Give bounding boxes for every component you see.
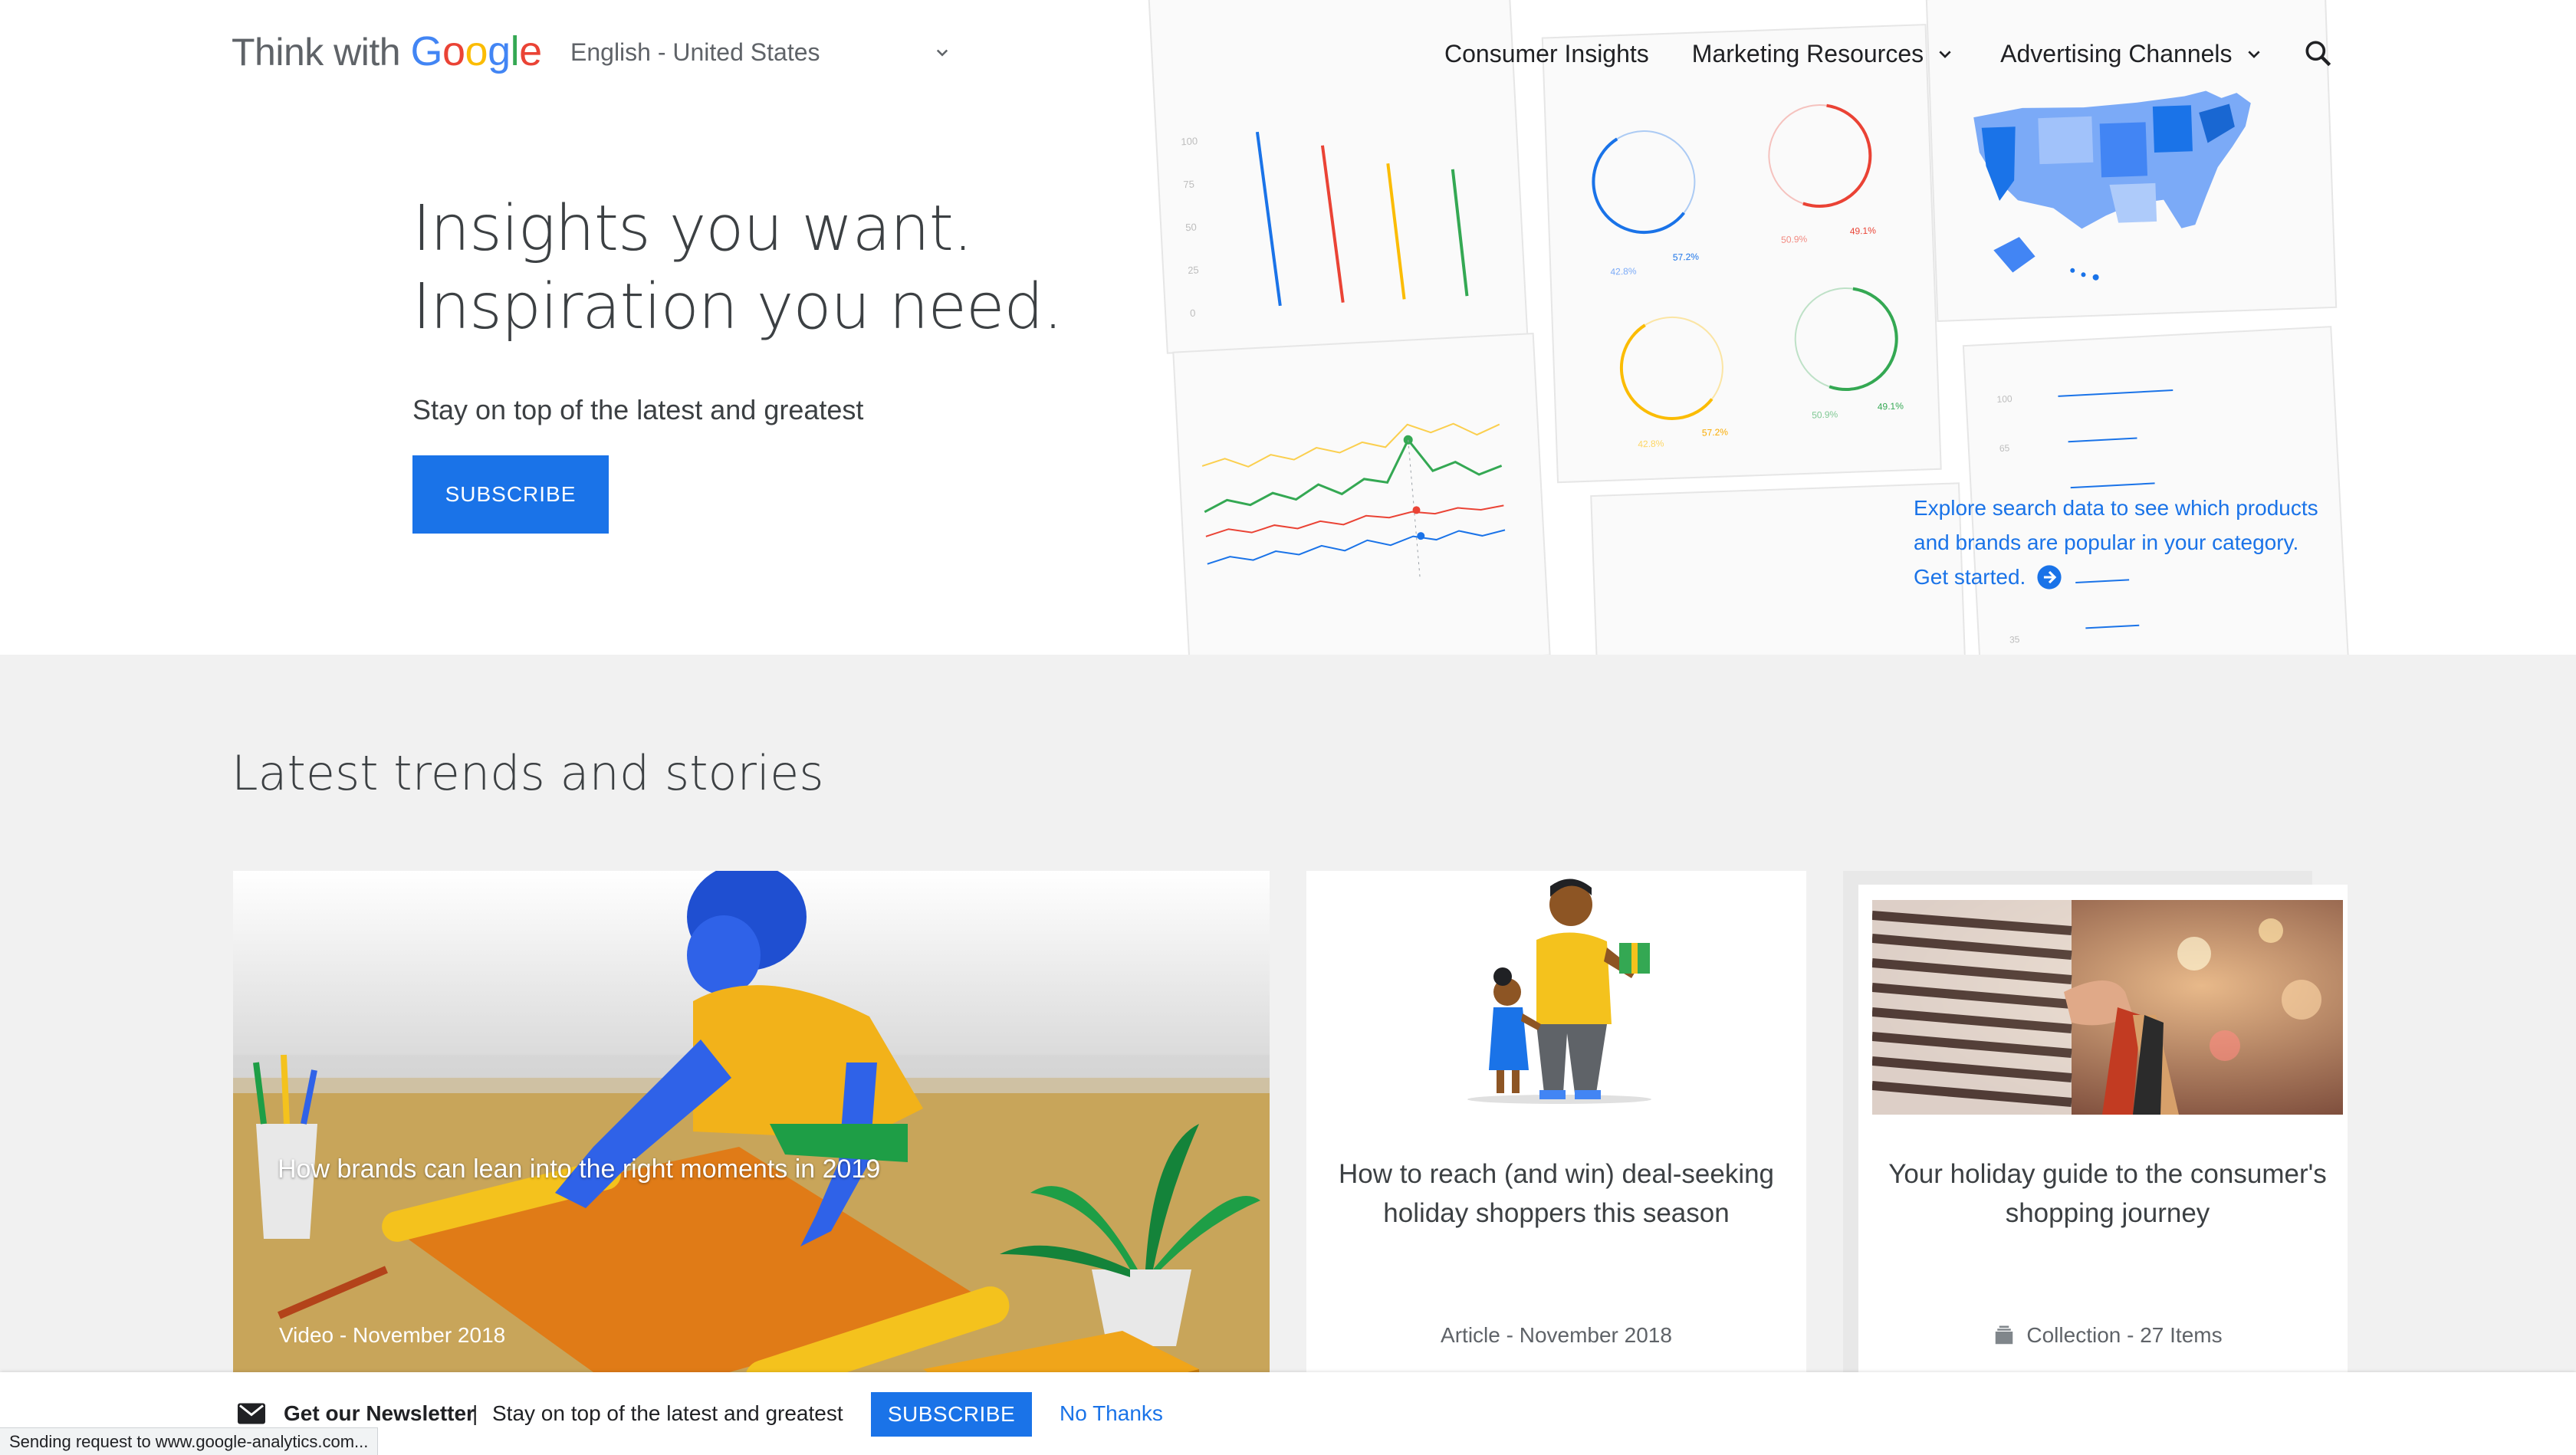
hero-headline-line1: Insights you want.	[412, 192, 973, 265]
promo-cta-label: Get started.	[1914, 565, 2026, 589]
collection-icon	[1996, 1325, 2013, 1345]
nav-consumer-insights[interactable]: Consumer Insights	[1444, 40, 1649, 68]
newsletter-dismiss-link[interactable]: No Thanks	[1060, 1401, 1163, 1426]
hero-subscribe-button[interactable]: SUBSCRIBE	[412, 455, 609, 534]
shopping-bags-photo	[1872, 900, 2343, 1115]
hero-headline-line2: Inspiration you need.	[412, 271, 1063, 343]
deal-seeking-card-meta: Article - November 2018	[1441, 1323, 1672, 1347]
donut-label-left: 50.9%	[1781, 234, 1808, 245]
chevron-down-icon	[1939, 51, 1951, 58]
hero-section: 100 75 50 25 0 42.8% 57.2% 50.9% 49.1% 4…	[0, 0, 2576, 655]
hero-headline: Insights you want. Inspiration you need.	[412, 190, 1063, 347]
nav-advertising-channels-label: Advertising Channels	[2000, 39, 2233, 67]
main-nav: Consumer Insights Marketing Resources Ad…	[1444, 35, 2337, 72]
nav-consumer-insights-label: Consumer Insights	[1444, 39, 1649, 67]
bar-axis-tick: 25	[1188, 264, 1199, 276]
arrow-right-circle-icon	[2037, 564, 2062, 590]
logo-prefix: Think with	[232, 31, 401, 74]
holiday-guide-card-title[interactable]: Your holiday guide to the consumer's sho…	[1872, 1154, 2343, 1233]
promo-get-started-link[interactable]: Get started.	[1914, 560, 2062, 594]
donut-label-right: 49.1%	[1850, 225, 1877, 237]
search-data-promo: Explore search data to see which product…	[1914, 491, 2343, 594]
donut-label-right: 57.2%	[1673, 251, 1700, 263]
featured-card-meta: Video - November 2018	[279, 1323, 506, 1347]
donut-label-right: 49.1%	[1878, 400, 1904, 412]
holiday-guide-card-meta-text: Collection - 27 Items	[2026, 1323, 2223, 1347]
language-select-value: English - United States	[570, 38, 820, 66]
chevron-down-icon	[936, 49, 948, 57]
nav-advertising-channels[interactable]: Advertising Channels	[2000, 40, 2266, 68]
newsletter-heading: Get our Newsletter	[284, 1401, 475, 1425]
search-icon	[2305, 41, 2331, 67]
latest-section-title: Latest trends and stories	[232, 745, 824, 801]
nav-marketing-resources-label: Marketing Resources	[1691, 39, 1924, 67]
chevron-down-icon	[2247, 51, 2260, 58]
deal-seeking-card-title[interactable]: How to reach (and win) deal-seeking holi…	[1322, 1154, 1791, 1233]
donut-label-left: 42.8%	[1638, 438, 1664, 449]
donut-label-right: 57.2%	[1702, 426, 1729, 438]
bar-axis-tick: 100	[1181, 135, 1198, 147]
think-with-google-logo[interactable]: Think with Google	[232, 28, 542, 75]
search-button[interactable]	[2300, 35, 2337, 72]
list-tick: 35	[2009, 634, 2020, 645]
donut-label-left: 42.8%	[1610, 265, 1637, 277]
mail-icon	[238, 1403, 265, 1424]
promo-line2: and brands are popular in your category.	[1914, 530, 2299, 554]
bar-axis-tick: 75	[1183, 179, 1194, 191]
featured-card-title[interactable]: How brands can lean into the right momen…	[278, 1154, 880, 1184]
newsletter-text: Stay on top of the latest and greatest	[492, 1401, 843, 1425]
language-select[interactable]: English - United States	[570, 35, 954, 69]
nav-marketing-resources[interactable]: Marketing Resources	[1692, 40, 1957, 68]
logo-google-word: Google	[410, 28, 542, 74]
donut-label-left: 50.9%	[1812, 409, 1838, 420]
browser-status-bar: Sending request to www.google-analytics.…	[0, 1427, 379, 1455]
newsletter-separator: |	[472, 1401, 478, 1425]
bar-axis-tick: 0	[1190, 307, 1196, 319]
holiday-guide-card-meta: Collection - 27 Items	[1872, 1323, 2343, 1348]
bar-axis-tick: 50	[1185, 221, 1197, 233]
newsletter-subscribe-button[interactable]: SUBSCRIBE	[871, 1392, 1032, 1437]
hero-tagline: Stay on top of the latest and greatest	[412, 394, 864, 425]
list-tick: 100	[1996, 393, 2013, 405]
list-tick: 65	[1999, 442, 2010, 454]
promo-line1: Explore search data to see which product…	[1914, 496, 2318, 520]
parent-child-gift-illustration	[1467, 879, 1651, 1104]
